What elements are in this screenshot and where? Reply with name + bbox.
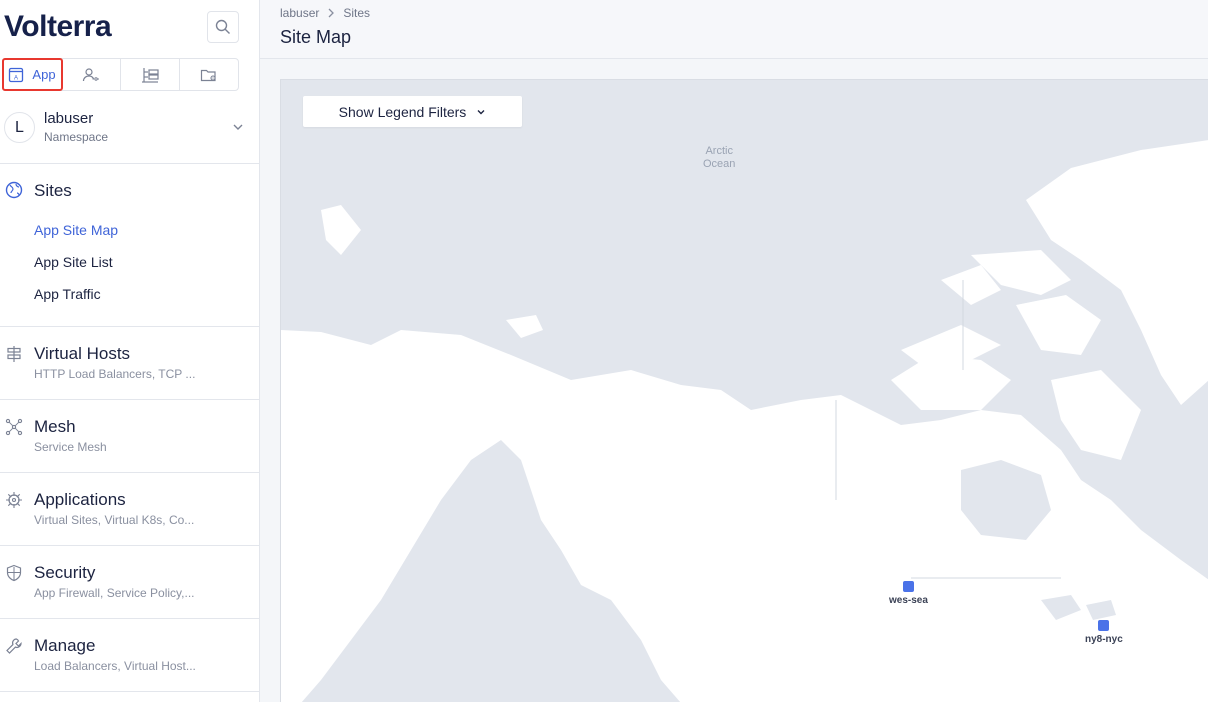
- security-title: Security: [34, 563, 96, 582]
- site-marker-ny8-nyc[interactable]: ny8-nyc: [1085, 620, 1123, 645]
- manage-subtitle: Load Balancers, Virtual Host...: [34, 659, 196, 673]
- tab-folder-settings[interactable]: [180, 59, 238, 90]
- nav-virtual-hosts[interactable]: Virtual Hosts HTTP Load Balancers, TCP .…: [0, 327, 259, 400]
- site-dot[interactable]: [1098, 620, 1110, 631]
- tab-app-label: App: [32, 67, 56, 82]
- site-marker-wes-sea[interactable]: wes-sea: [889, 581, 928, 606]
- ocean-label-line1: Arctic: [705, 145, 733, 157]
- site-dot[interactable]: [902, 581, 914, 592]
- virtual-hosts-title: Virtual Hosts: [34, 344, 131, 363]
- chevron-down-icon: [477, 109, 485, 114]
- brand-name: olterra: [21, 10, 112, 43]
- page-header: labuser Sites Site Map: [260, 0, 1208, 59]
- show-legend-filters-button[interactable]: Show Legend Filters: [303, 96, 522, 127]
- brand-v: V: [4, 10, 22, 43]
- tree-icon: [142, 67, 159, 83]
- tab-tree[interactable]: [121, 59, 180, 90]
- security-subtitle: App Firewall, Service Policy,...: [34, 586, 195, 600]
- svg-text:A: A: [14, 75, 18, 81]
- sites-title[interactable]: Sites: [34, 181, 72, 201]
- search-icon: [215, 19, 230, 34]
- namespace-label: Namespace: [44, 130, 109, 144]
- nav-app-traffic[interactable]: App Traffic: [34, 286, 101, 302]
- helm-icon: [6, 492, 22, 508]
- tab-app[interactable]: A App: [2, 58, 63, 91]
- nav-security[interactable]: Security App Firewall, Service Policy,..…: [0, 546, 259, 619]
- nav-manage[interactable]: Manage Load Balancers, Virtual Host...: [0, 619, 259, 692]
- namespace-selector[interactable]: L labuser Namespace: [0, 104, 259, 164]
- avatar: L: [4, 112, 35, 143]
- nav-mesh[interactable]: Mesh Service Mesh: [0, 400, 259, 473]
- chevron-down-icon: [233, 124, 243, 130]
- brand-logo[interactable]: Volterra: [4, 10, 112, 44]
- chevron-right-icon: [328, 8, 335, 18]
- sites-section: Sites App Site Map App Site List App Tra…: [0, 164, 259, 327]
- site-label: ny8-nyc: [1085, 634, 1123, 645]
- ocean-label-line2: Ocean: [703, 158, 736, 170]
- virtual-hosts-icon: [7, 346, 21, 362]
- sidebar: Volterra A App L labuser Namespace Sites…: [0, 0, 260, 702]
- applications-subtitle: Virtual Sites, Virtual K8s, Co...: [34, 513, 195, 527]
- manage-title: Manage: [34, 636, 96, 655]
- globe-icon: [5, 181, 23, 199]
- site-map[interactable]: Show Legend Filters Arctic Ocean wes-sea…: [280, 79, 1208, 702]
- page-title: Site Map: [280, 27, 352, 47]
- folder-gear-icon: [200, 69, 216, 81]
- wrench-icon: [6, 638, 22, 654]
- shield-icon: [6, 564, 22, 582]
- namespace-name: labuser: [44, 110, 94, 127]
- world-map[interactable]: [281, 80, 1208, 702]
- users-icon: [82, 67, 99, 81]
- breadcrumb-namespace[interactable]: labuser: [280, 6, 319, 20]
- breadcrumb-sites[interactable]: Sites: [343, 6, 370, 20]
- virtual-hosts-subtitle: HTTP Load Balancers, TCP ...: [34, 367, 196, 381]
- main-content: labuser Sites Site Map Show Legend Filte…: [260, 0, 1208, 702]
- mesh-title: Mesh: [34, 417, 76, 436]
- workspace-tabs: A App: [2, 58, 239, 91]
- nav-app-site-map[interactable]: App Site Map: [34, 222, 118, 238]
- ocean-label: Arctic Ocean: [703, 145, 735, 171]
- applications-title: Applications: [34, 490, 126, 509]
- breadcrumb: labuser Sites: [280, 6, 370, 20]
- nav-app-site-list[interactable]: App Site List: [34, 254, 113, 270]
- app-window-icon: A: [9, 67, 24, 82]
- legend-button-label: Show Legend Filters: [338, 103, 467, 120]
- tab-users[interactable]: [62, 59, 121, 90]
- site-label: wes-sea: [889, 595, 928, 606]
- mesh-icon: [5, 418, 23, 436]
- search-button[interactable]: [207, 11, 239, 43]
- nav-applications[interactable]: Applications Virtual Sites, Virtual K8s,…: [0, 473, 259, 546]
- mesh-subtitle: Service Mesh: [34, 440, 107, 454]
